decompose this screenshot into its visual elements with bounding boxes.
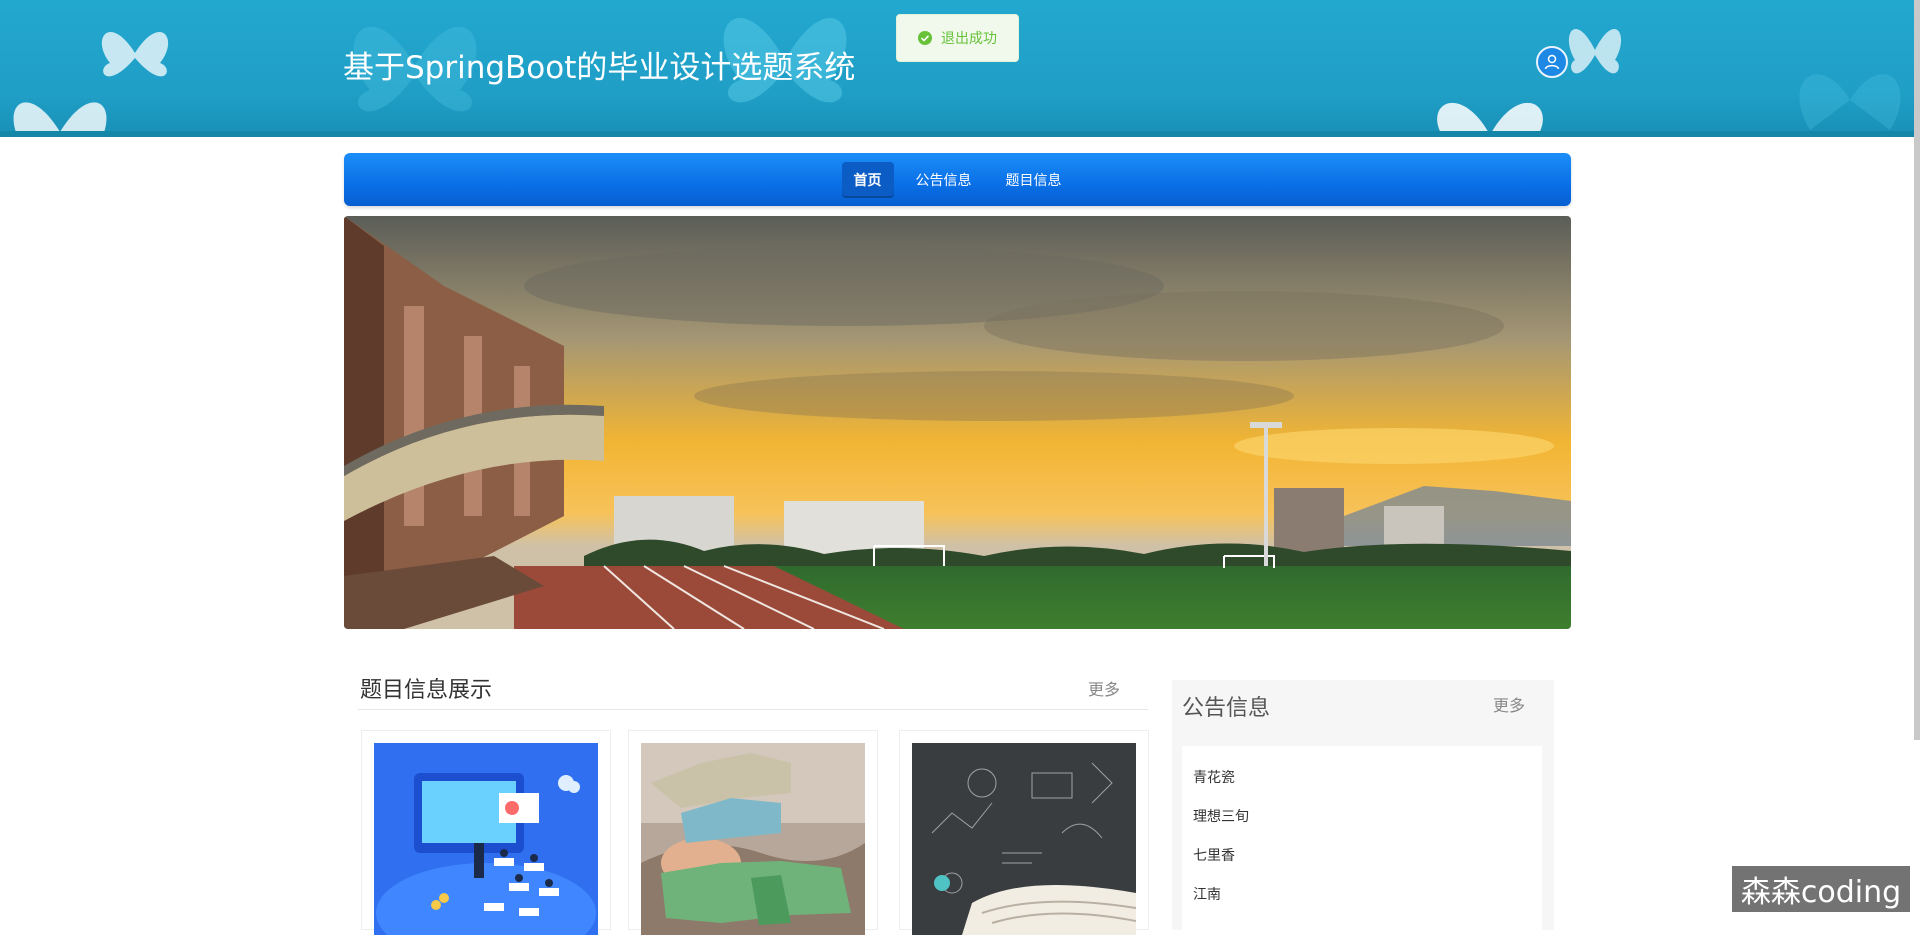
main-nav: 首页 公告信息 题目信息 [344,153,1571,206]
notice-item[interactable]: 青花瓷 [1193,767,1235,787]
notice-panel-title: 公告信息 [1182,696,1271,721]
nav-item-home[interactable]: 首页 [841,161,894,198]
watermark-text: 森森coding [1732,866,1910,912]
user-icon [1544,54,1560,70]
notices-more-link[interactable]: 更多 [1493,692,1525,716]
notice-panel: 公告信息 更多 青花瓷 理想三旬 七里香 江南 [1172,680,1554,946]
topics-section-header: 题目信息展示 更多 [358,668,1148,710]
site-title: 基于SpringBoot的毕业设计选题系统 [343,50,856,86]
notice-item[interactable]: 理想三旬 [1193,806,1249,826]
topics-section-title: 题目信息展示 [360,678,493,703]
hero-banner-image[interactable] [344,216,1571,629]
topic-card-image[interactable] [912,743,1136,935]
topic-card-image[interactable] [641,743,865,935]
nav-item-topics[interactable]: 题目信息 [994,162,1074,198]
topic-card[interactable] [628,730,878,935]
topic-card[interactable] [361,730,611,935]
toast-message: 退出成功 [896,14,1019,62]
topic-card-image[interactable] [374,743,598,935]
butterfly-decoration-icon [1437,103,1543,137]
butterfly-decoration-icon [1799,74,1901,130]
page-scrollbar[interactable] [1914,0,1920,740]
user-avatar-button[interactable] [1536,46,1568,78]
check-circle-icon [918,31,932,45]
notice-item[interactable]: 七里香 [1193,845,1235,865]
butterfly-decoration-icon [13,102,107,137]
butterfly-decoration-icon [1568,28,1622,74]
notice-list: 青花瓷 理想三旬 七里香 江南 [1182,746,1542,946]
toast-text: 退出成功 [941,30,997,46]
topic-card[interactable] [899,730,1149,935]
nav-item-notices[interactable]: 公告信息 [904,162,984,198]
notice-item[interactable]: 江南 [1193,884,1221,904]
topics-more-link[interactable]: 更多 [1088,676,1120,700]
